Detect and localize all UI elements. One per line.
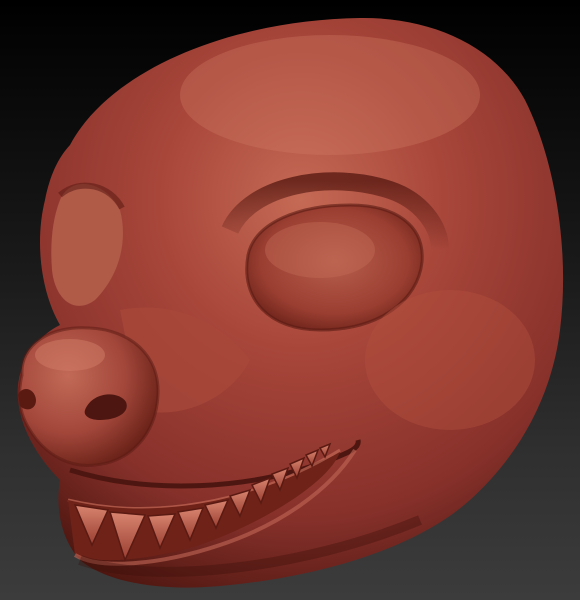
eye-highlight <box>265 222 375 278</box>
cheek-highlight <box>365 290 535 430</box>
sculpt-viewport[interactable] <box>0 0 580 600</box>
forehead-highlight <box>180 35 480 155</box>
sculpt-render <box>17 17 564 588</box>
nose-highlight <box>35 339 105 371</box>
